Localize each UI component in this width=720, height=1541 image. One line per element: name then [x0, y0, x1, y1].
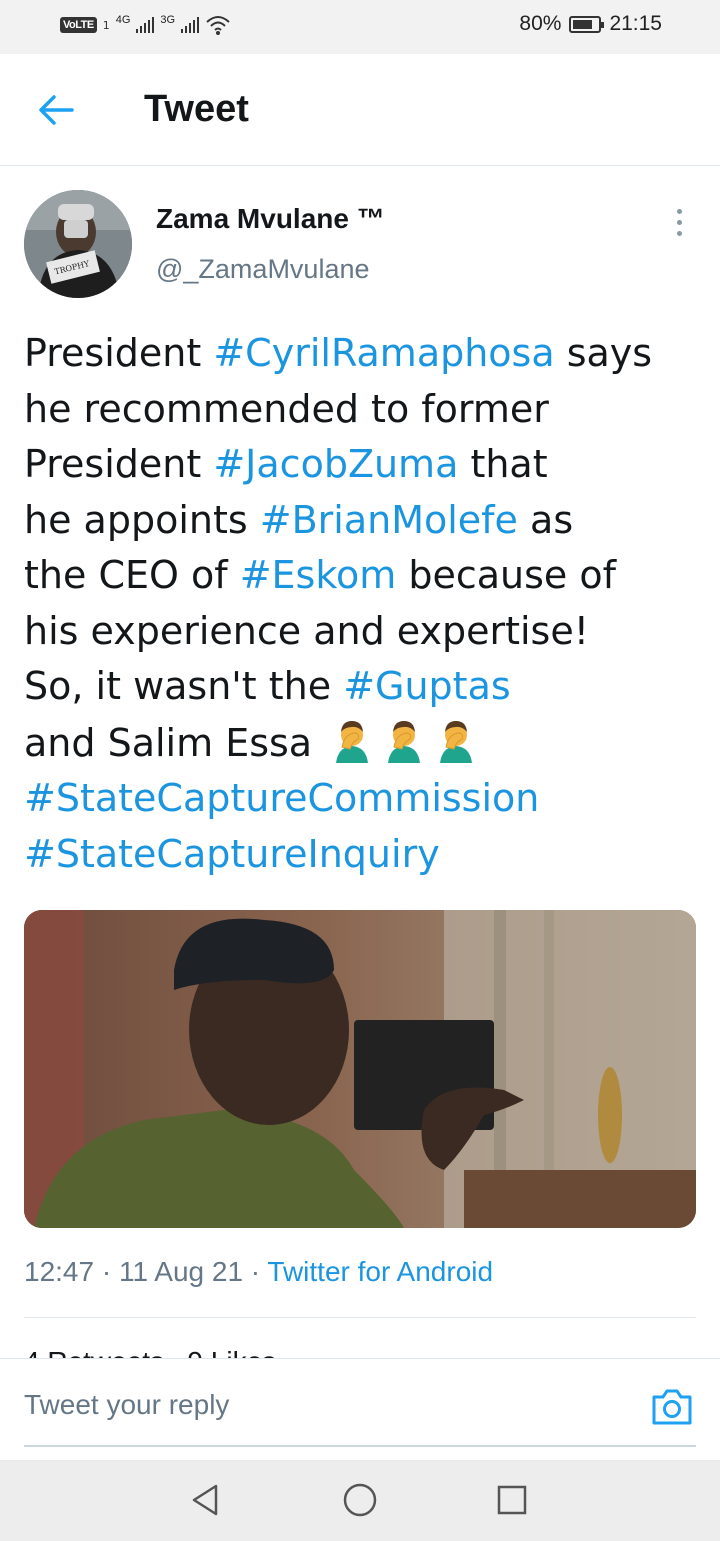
tweet-line: So, it wasn't the #Guptas: [24, 659, 696, 715]
hashtag-link[interactable]: #Guptas: [343, 664, 510, 708]
likes-count[interactable]: 9 Likes: [187, 1346, 276, 1358]
reply-underline: [24, 1445, 696, 1447]
battery-icon: [569, 15, 605, 33]
arrow-left-icon[interactable]: [36, 92, 76, 128]
app-header: Tweet: [0, 54, 720, 166]
tweet-text-segment: that: [458, 442, 548, 486]
hashtag-link[interactable]: #StateCaptureInquiry: [24, 827, 696, 883]
hashtag-link[interactable]: #JacobZuma: [213, 442, 458, 486]
back-triangle-icon[interactable]: [186, 1480, 226, 1520]
hashtag-link[interactable]: #BrianMolefe: [260, 498, 518, 542]
tweet-line: President #CyrilRamaphosa says: [24, 326, 696, 382]
divider: [24, 1317, 696, 1318]
author-name[interactable]: Zama Mvulane ™: [156, 203, 385, 235]
status-bar-signals: VoLTE 1 4G 3G: [60, 14, 231, 36]
status-bar: VoLTE 1 4G 3G 80% 21:15: [0, 0, 720, 54]
battery-fill: [573, 19, 592, 29]
tweet-text-segment: says: [554, 331, 653, 375]
reply-bar: Tweet your reply: [0, 1358, 720, 1460]
sim-number: 1: [102, 18, 110, 32]
reply-input[interactable]: Tweet your reply: [24, 1389, 229, 1421]
tweet-meta: 12:47 · 11 Aug 21 · Twitter for Android: [24, 1256, 493, 1288]
signal-icon-2: [181, 17, 200, 33]
wifi-icon: [206, 16, 230, 35]
tweet-line: he appoints #BrianMolefe as: [24, 493, 696, 549]
avatar[interactable]: TROPHY: [24, 190, 132, 298]
tweet-text-segment: as: [517, 497, 574, 542]
retweets-count[interactable]: 4 Retweets: [24, 1346, 164, 1358]
tweet-text-segment: he appoints: [24, 497, 260, 542]
tweet-line: and Salim Essa: [24, 715, 696, 772]
tweet-time: 12:47: [24, 1256, 95, 1287]
tweet-text-segment: President: [24, 331, 214, 375]
tweet-text: President #CyrilRamaphosa says he recomm…: [24, 326, 696, 882]
hashtag-link[interactable]: #StateCaptureCommission: [24, 771, 696, 827]
volte-badge: VoLTE: [60, 17, 97, 33]
meta-separator: ·: [243, 1256, 268, 1287]
tweet-text-segment: because of: [396, 553, 616, 597]
network-type-1: 4G: [115, 14, 131, 26]
tweet-date: 11 Aug 21: [118, 1256, 244, 1287]
man-facepalming-emoji: [336, 720, 369, 763]
man-facepalming-emoji: [440, 720, 473, 763]
tweet-stats: 4 Retweets 9 Likes: [24, 1342, 276, 1358]
status-bar-right: 80% 21:15: [519, 12, 662, 36]
tweet-text-segment: President: [24, 442, 214, 486]
tweet-source-link[interactable]: Twitter for Android: [267, 1256, 493, 1287]
hashtag-link[interactable]: #Eskom: [240, 553, 397, 597]
tweet-line: his experience and expertise!: [24, 608, 589, 653]
network-type-2: 3G: [160, 14, 176, 26]
tweet-text-segment: and Salim Essa: [24, 720, 313, 765]
home-circle-icon[interactable]: [340, 1480, 380, 1520]
man-facepalming-emoji: [388, 720, 421, 763]
signal-icon: [136, 17, 155, 33]
more-vertical-icon[interactable]: [664, 206, 694, 240]
tweet-media-image[interactable]: [24, 910, 696, 1228]
tweet-line: President #JacobZuma that: [24, 437, 696, 493]
tweet-text-segment: So, it wasn't the: [24, 664, 344, 708]
tweet-line: the CEO of #Eskom because of: [24, 548, 696, 604]
page-title: Tweet: [144, 88, 249, 130]
system-nav-bar: [0, 1460, 720, 1541]
camera-icon[interactable]: [650, 1387, 694, 1427]
battery-percent: 80%: [519, 12, 562, 35]
recents-square-icon[interactable]: [492, 1480, 532, 1520]
author-handle[interactable]: @_ZamaMvulane: [156, 254, 370, 285]
tweet-line: he recommended to former: [24, 386, 549, 431]
meta-separator: ·: [94, 1256, 119, 1287]
hashtag-link[interactable]: #CyrilRamaphosa: [213, 331, 554, 375]
clock: 21:15: [609, 12, 662, 35]
tweet-text-segment: the CEO of: [24, 553, 240, 597]
